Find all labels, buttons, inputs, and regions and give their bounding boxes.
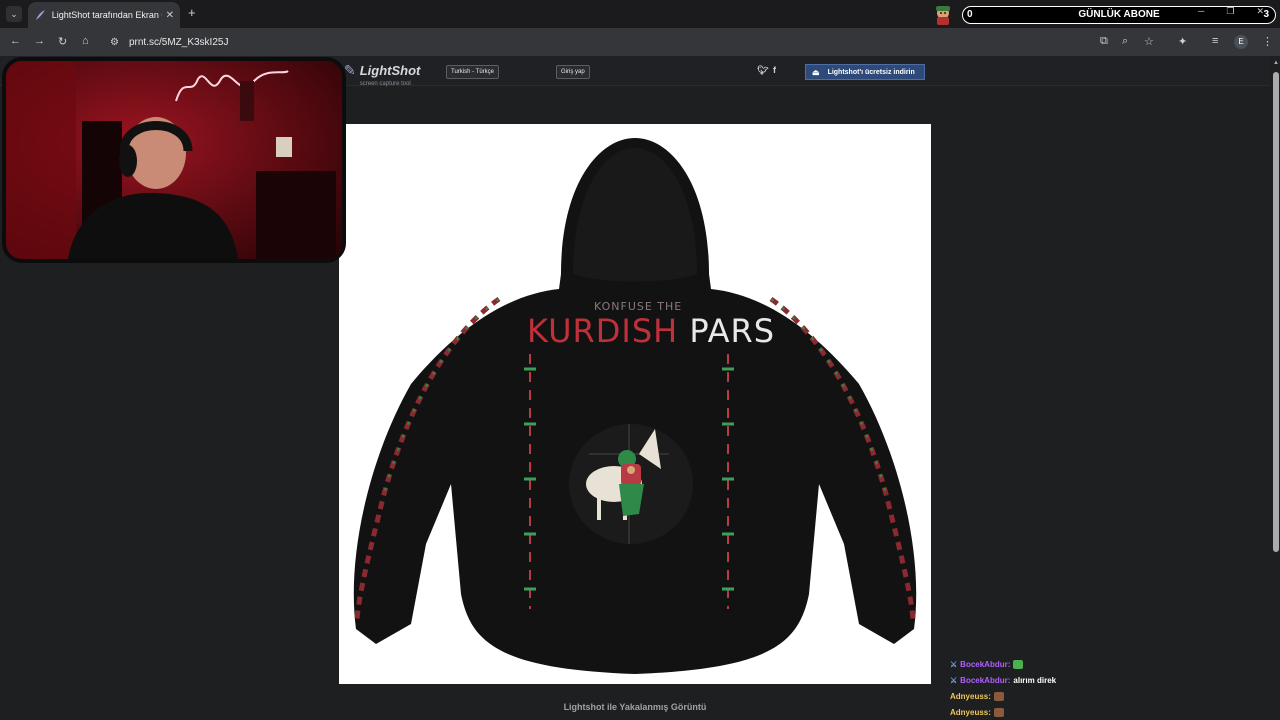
hodja-donkey-illustration (569, 424, 693, 544)
subscriber-goal-target: 3 (1263, 9, 1269, 20)
browser-tab-lightshot[interactable]: LightShot tarafından Ekran Görüntüsü ✕ (28, 2, 180, 28)
browser-toolbar: ← → ↻ ⌂ ⚙ prnt.sc/5MZ_K3skI25J ⧉ ⌕ ☆ ✦ ≡… (0, 28, 1280, 56)
screenshot-image[interactable]: KONFUSE THE KURDISH PARS (339, 124, 931, 684)
mascot-avatar-icon (928, 4, 958, 26)
download-icon: ⏏ (812, 67, 820, 77)
forward-arrow-icon[interactable]: → (34, 35, 45, 47)
chat-text: alırım direk (1013, 675, 1057, 685)
menu-dots-icon[interactable]: ⋮ (1262, 35, 1273, 48)
scrollbar-thumb[interactable] (1273, 72, 1279, 552)
zoom-icon[interactable]: ⌕ (1122, 35, 1128, 48)
chat-username: BocekAbdur: (960, 675, 1011, 685)
chat-message: ⚔ BocekAbdur: (950, 656, 1250, 672)
lightshot-logo[interactable]: ✎ LightShot screen capture tool (344, 62, 420, 87)
tab-close-icon[interactable]: ✕ (166, 10, 174, 21)
logo-text: LightShot (359, 63, 421, 78)
sword-badge-icon: ⚔ (950, 659, 958, 669)
login-button[interactable]: Giriş yap (556, 65, 590, 79)
hoodie-text-main: KURDISH PARS (527, 312, 775, 350)
window-controls: ─ ❐ ✕ (1198, 6, 1264, 17)
sword-badge-icon: ⚔ (950, 675, 958, 685)
lightshot-feather-icon (35, 10, 45, 20)
chat-emote-icon (1013, 659, 1024, 669)
reload-icon[interactable]: ↻ (58, 35, 67, 48)
download-label: Lightshot'ı ücretsiz indirin (827, 68, 915, 76)
url-text: prnt.sc/5MZ_K3skI25J (128, 36, 229, 48)
chat-username: Adnyeuss: (950, 707, 991, 717)
close-window-icon[interactable]: ✕ (1256, 6, 1264, 17)
chat-message: ⚔ BocekAbdur: alırım direk (950, 672, 1250, 688)
site-info-icon[interactable]: ⚙ (110, 37, 119, 48)
screenshot-caption: Lightshot ile Yakalanmış Görüntü (563, 702, 707, 712)
address-bar[interactable]: ⚙ prnt.sc/5MZ_K3skI25J (104, 32, 1164, 52)
chat-message: Adnyeuss: (950, 688, 1250, 704)
back-arrow-icon[interactable]: ← (10, 35, 21, 47)
download-button[interactable]: ⏏ Lightshot'ı ücretsiz indirin (805, 64, 925, 80)
logo-tagline: screen capture tool (359, 81, 411, 87)
hoodie-text-pars: PARS (689, 312, 776, 350)
twitter-icon[interactable]: 🐦︎ (757, 65, 768, 76)
chat-username: Adnyeuss: (950, 691, 991, 701)
extensions-icon[interactable]: ✦ (1178, 35, 1187, 48)
tab-search-button[interactable]: ⌄ (6, 6, 22, 22)
maximize-icon[interactable]: ❐ (1226, 6, 1234, 17)
new-tab-button[interactable]: + (188, 5, 196, 20)
chat-message: Adnyeuss: (950, 704, 1250, 720)
scroll-up-icon[interactable]: ▲ (1273, 60, 1279, 66)
install-app-icon[interactable]: ⧉ (1100, 35, 1108, 48)
profile-avatar[interactable]: E (1234, 35, 1248, 49)
stream-chat-overlay: ⚔ BocekAbdur: ⚔ BocekAbdur: alırım direk… (950, 656, 1250, 720)
bookmark-star-icon[interactable]: ☆ (1144, 35, 1154, 48)
media-control-icon[interactable]: ≡ (1212, 35, 1218, 47)
chat-username: BocekAbdur: (960, 659, 1011, 669)
hoodie-text-kurdish: KURDISH (527, 312, 679, 350)
streamer-webcam (2, 57, 346, 263)
page-scrollbar[interactable]: ▲ (1272, 56, 1280, 720)
hoodie-illustration (353, 138, 917, 674)
chat-emote-icon (993, 691, 1004, 701)
home-icon[interactable]: ⌂ (82, 35, 89, 47)
language-select[interactable]: Turkish - Türkçe (446, 65, 500, 79)
webcam-scene (6, 61, 342, 259)
tab-strip: ⌄ LightShot tarafından Ekran Görüntüsü ✕… (0, 0, 1280, 28)
tab-title: LightShot tarafından Ekran Görüntüsü (51, 10, 162, 20)
facebook-icon[interactable]: f (773, 65, 776, 75)
chat-emote-icon (993, 707, 1004, 717)
minimize-icon[interactable]: ─ (1198, 6, 1204, 17)
